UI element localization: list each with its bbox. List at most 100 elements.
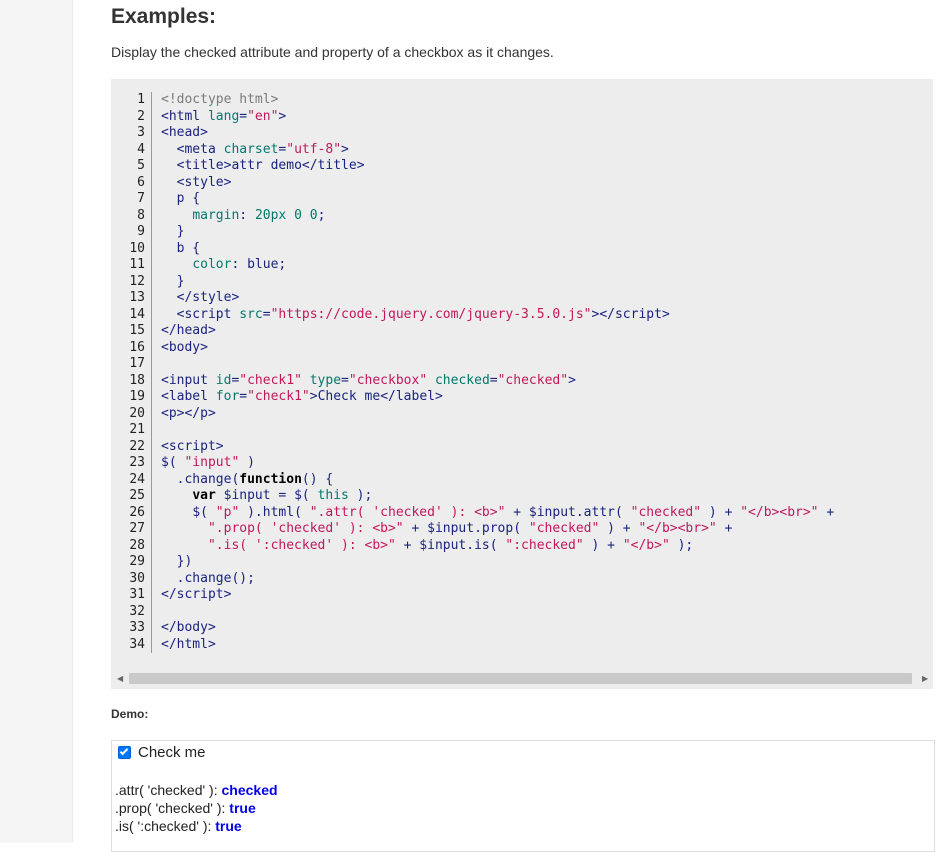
- code-text: <body>: [161, 339, 208, 355]
- gutter-separator: [151, 306, 152, 323]
- line-number: 24: [129, 471, 145, 487]
- code-text: b {: [176, 240, 201, 256]
- code-text: ".is( ':checked' ): <b>" + $input.is( ":…: [207, 537, 694, 553]
- gutter-separator: [151, 92, 152, 109]
- line-number: 9: [137, 224, 145, 239]
- code-text: .change();: [176, 570, 255, 586]
- line-number: 29: [129, 554, 145, 569]
- gutter-separator: [151, 372, 152, 389]
- output-is-prefix: .is( ':checked' ):: [115, 818, 216, 834]
- checkmark-icon: [119, 746, 129, 756]
- gutter-separator: [151, 438, 152, 455]
- gutter-separator: [151, 405, 152, 422]
- line-number: 17: [129, 356, 145, 371]
- gutter-separator: [151, 422, 152, 439]
- output-is: .is( ':checked' ): true: [115, 818, 242, 834]
- output-prop-prefix: .prop( 'checked' ):: [115, 800, 230, 816]
- examples-heading: Examples:: [111, 5, 217, 28]
- line-number: 10: [129, 240, 145, 256]
- code-text: <input id="check1" type="checkbox" check…: [161, 372, 576, 388]
- gutter-separator: [151, 207, 152, 224]
- line-number: 13: [129, 290, 145, 305]
- line-number: 22: [129, 438, 145, 454]
- output-is-value: true: [215, 818, 242, 834]
- gutter-separator: [151, 389, 152, 406]
- line-number: 19: [129, 389, 145, 404]
- gutter-separator: [151, 521, 152, 538]
- gutter-separator: [151, 125, 152, 142]
- line-number: 15: [129, 323, 145, 338]
- gutter-separator: [151, 504, 152, 521]
- code-text: <html lang="en">: [161, 108, 287, 124]
- gutter-separator: [151, 636, 152, 653]
- main-content: Examples: Display the checked attribute …: [110, 0, 949, 852]
- scrollbar-thumb[interactable]: [129, 673, 912, 684]
- code-text: </script>: [161, 587, 232, 602]
- scroll-left-arrow-icon[interactable]: ◀: [117, 674, 123, 683]
- line-number: 27: [129, 521, 145, 536]
- check-me-label[interactable]: Check me: [138, 744, 206, 761]
- scroll-right-arrow-icon[interactable]: ▶: [922, 674, 928, 683]
- code-text: }): [176, 554, 193, 569]
- left-sidebar: [0, 0, 73, 843]
- gutter-separator: [151, 174, 152, 191]
- gutter-separator: [151, 587, 152, 604]
- code-text: var $input = $( this );: [192, 488, 373, 503]
- gutter-separator: [151, 455, 152, 472]
- gutter-separator: [151, 488, 152, 505]
- line-number: 6: [137, 174, 145, 190]
- code-text: <script src="https://code.jquery.com/jqu…: [176, 306, 670, 322]
- horizontal-scrollbar[interactable]: ◀ ▶: [115, 671, 935, 686]
- gutter-separator: [151, 290, 152, 307]
- line-number: 3: [137, 125, 145, 140]
- code-text: }: [176, 273, 185, 289]
- line-number: 1: [137, 92, 145, 107]
- line-number: 23: [129, 455, 145, 470]
- code-text: $( "p" ).html( ".attr( 'checked' ): <b>"…: [192, 504, 835, 520]
- output-attr-value: checked: [221, 782, 278, 798]
- line-number: 30: [129, 570, 145, 586]
- code-text: <title>attr demo</title>: [176, 158, 365, 173]
- code-text: margin: 20px 0 0;: [192, 207, 326, 223]
- gutter-separator: [151, 570, 152, 587]
- line-number: 11: [129, 257, 145, 272]
- line-number: 21: [129, 422, 145, 437]
- line-number: 34: [129, 636, 145, 652]
- sidebar-divider: [72, 0, 73, 843]
- code-text: <script>: [161, 438, 224, 454]
- gutter-separator: [151, 191, 152, 208]
- line-number: 16: [129, 339, 145, 355]
- gutter-separator: [151, 356, 152, 373]
- output-attr-prefix: .attr( 'checked' ):: [115, 782, 222, 798]
- code-text: <!doctype html>: [161, 92, 279, 107]
- output-prop-value: true: [229, 800, 256, 816]
- code-text: .change(function() {: [176, 471, 334, 487]
- gutter-separator: [151, 158, 152, 175]
- code-text: <meta charset="utf-8">: [176, 141, 349, 157]
- line-number: 33: [129, 620, 145, 635]
- check1-checkbox[interactable]: [118, 746, 131, 759]
- example-description: Display the checked attribute and proper…: [111, 44, 554, 60]
- gutter-separator: [151, 537, 152, 554]
- demo-label: Demo:: [111, 707, 149, 721]
- line-number: 31: [129, 587, 145, 602]
- code-text: <style>: [176, 174, 232, 190]
- line-number: 7: [137, 191, 145, 206]
- code-text: ".prop( 'checked' ): <b>" + $input.prop(…: [207, 521, 733, 536]
- code-text: </html>: [161, 636, 216, 652]
- gutter-separator: [151, 620, 152, 637]
- line-number: 12: [129, 273, 145, 289]
- code-text: <p></p>: [161, 405, 216, 421]
- gutter-separator: [151, 141, 152, 158]
- code-text: p {: [176, 191, 201, 206]
- output-prop: .prop( 'checked' ): true: [115, 800, 256, 816]
- gutter-separator: [151, 339, 152, 356]
- code-text: color: blue;: [192, 257, 287, 272]
- code-text: </head>: [161, 323, 216, 338]
- code-text: </body>: [161, 620, 216, 635]
- output-attr: .attr( 'checked' ): checked: [115, 782, 278, 798]
- gutter-separator: [151, 273, 152, 290]
- gutter-separator: [151, 603, 152, 620]
- line-number: 26: [129, 504, 145, 520]
- line-number: 4: [137, 141, 145, 157]
